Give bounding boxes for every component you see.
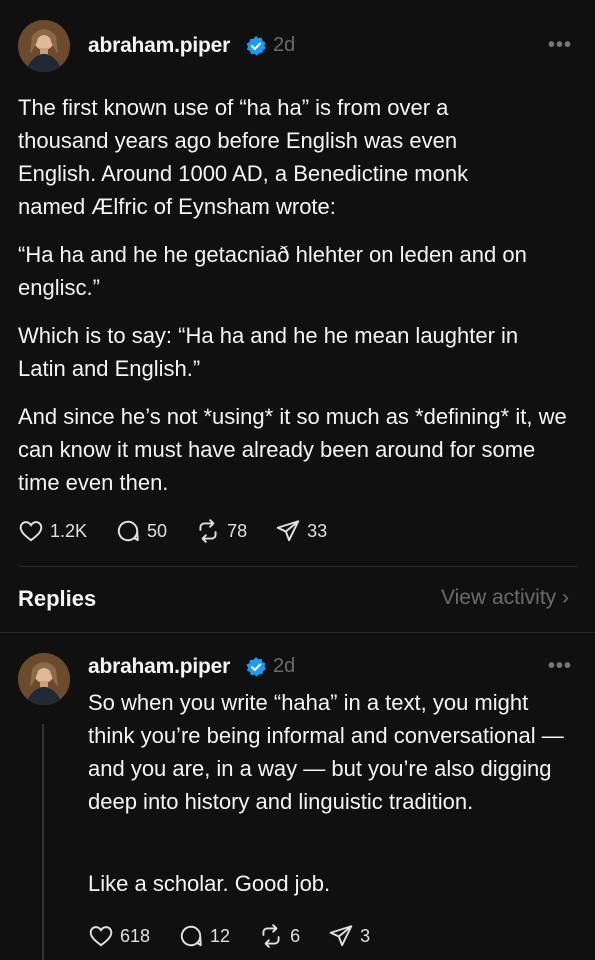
comment-count: 50 [147, 520, 168, 541]
like-button[interactable]: 1.2K [18, 518, 87, 544]
username[interactable]: abraham.piper [88, 34, 230, 58]
share-button[interactable]: 3 [328, 923, 370, 949]
post-time: 2d [273, 34, 296, 56]
like-count: 618 [120, 925, 151, 946]
divider [0, 632, 595, 633]
replies-heading[interactable]: Replies [18, 586, 96, 612]
thread-line [42, 724, 44, 960]
comment-bubble-icon [180, 925, 202, 947]
post-paragraph-4: And since he’s not *using* it so much as… [18, 404, 567, 495]
reply-paragraph-1: So when you write “haha” in a text, you … [88, 690, 564, 814]
heart-icon [19, 521, 43, 542]
post-paragraph-3: Which is to say: “Ha ha and he he mean l… [18, 323, 519, 381]
comment-bubble-icon [117, 520, 139, 542]
avatar[interactable] [18, 653, 70, 705]
like-button[interactable]: 618 [88, 923, 150, 949]
repost-count: 78 [227, 520, 248, 541]
repost-button[interactable]: 6 [258, 923, 300, 949]
avatar-photo [18, 653, 70, 705]
send-icon [276, 520, 300, 542]
share-count: 3 [360, 925, 371, 946]
reply-username[interactable]: abraham.piper [88, 655, 230, 679]
reply-actions: 618 12 6 3 [88, 923, 398, 949]
divider [18, 566, 577, 567]
more-options-icon[interactable]: ••• [548, 34, 572, 57]
chevron-right-icon: › [562, 586, 569, 609]
post-paragraph-2: “Ha ha and he he getacniað hlehter on le… [18, 242, 527, 300]
reply-paragraph-2: Like a scholar. Good job. [88, 871, 331, 896]
repost-icon [199, 519, 217, 543]
more-options-icon[interactable]: ••• [548, 655, 572, 678]
share-button[interactable]: 33 [275, 518, 327, 544]
like-count: 1.2K [50, 520, 88, 541]
view-activity-link[interactable]: View activity › [441, 586, 569, 610]
verified-badge-icon [246, 36, 266, 56]
view-activity-label: View activity [441, 586, 557, 609]
repost-count: 6 [290, 925, 301, 946]
post-paragraph-1: The first known use of “ha ha” is from o… [18, 95, 469, 219]
post-actions: 1.2K 50 78 33 [18, 518, 355, 544]
comment-count: 12 [210, 925, 231, 946]
verified-badge-icon [246, 657, 266, 677]
send-icon [329, 925, 353, 947]
heart-icon [89, 926, 113, 947]
comment-button[interactable]: 50 [115, 518, 167, 544]
avatar-photo [18, 20, 70, 72]
share-count: 33 [307, 520, 328, 541]
reply-time: 2d [273, 655, 296, 677]
repost-icon [262, 924, 280, 948]
comment-button[interactable]: 12 [178, 923, 230, 949]
avatar[interactable] [18, 20, 70, 72]
repost-button[interactable]: 78 [195, 518, 247, 544]
